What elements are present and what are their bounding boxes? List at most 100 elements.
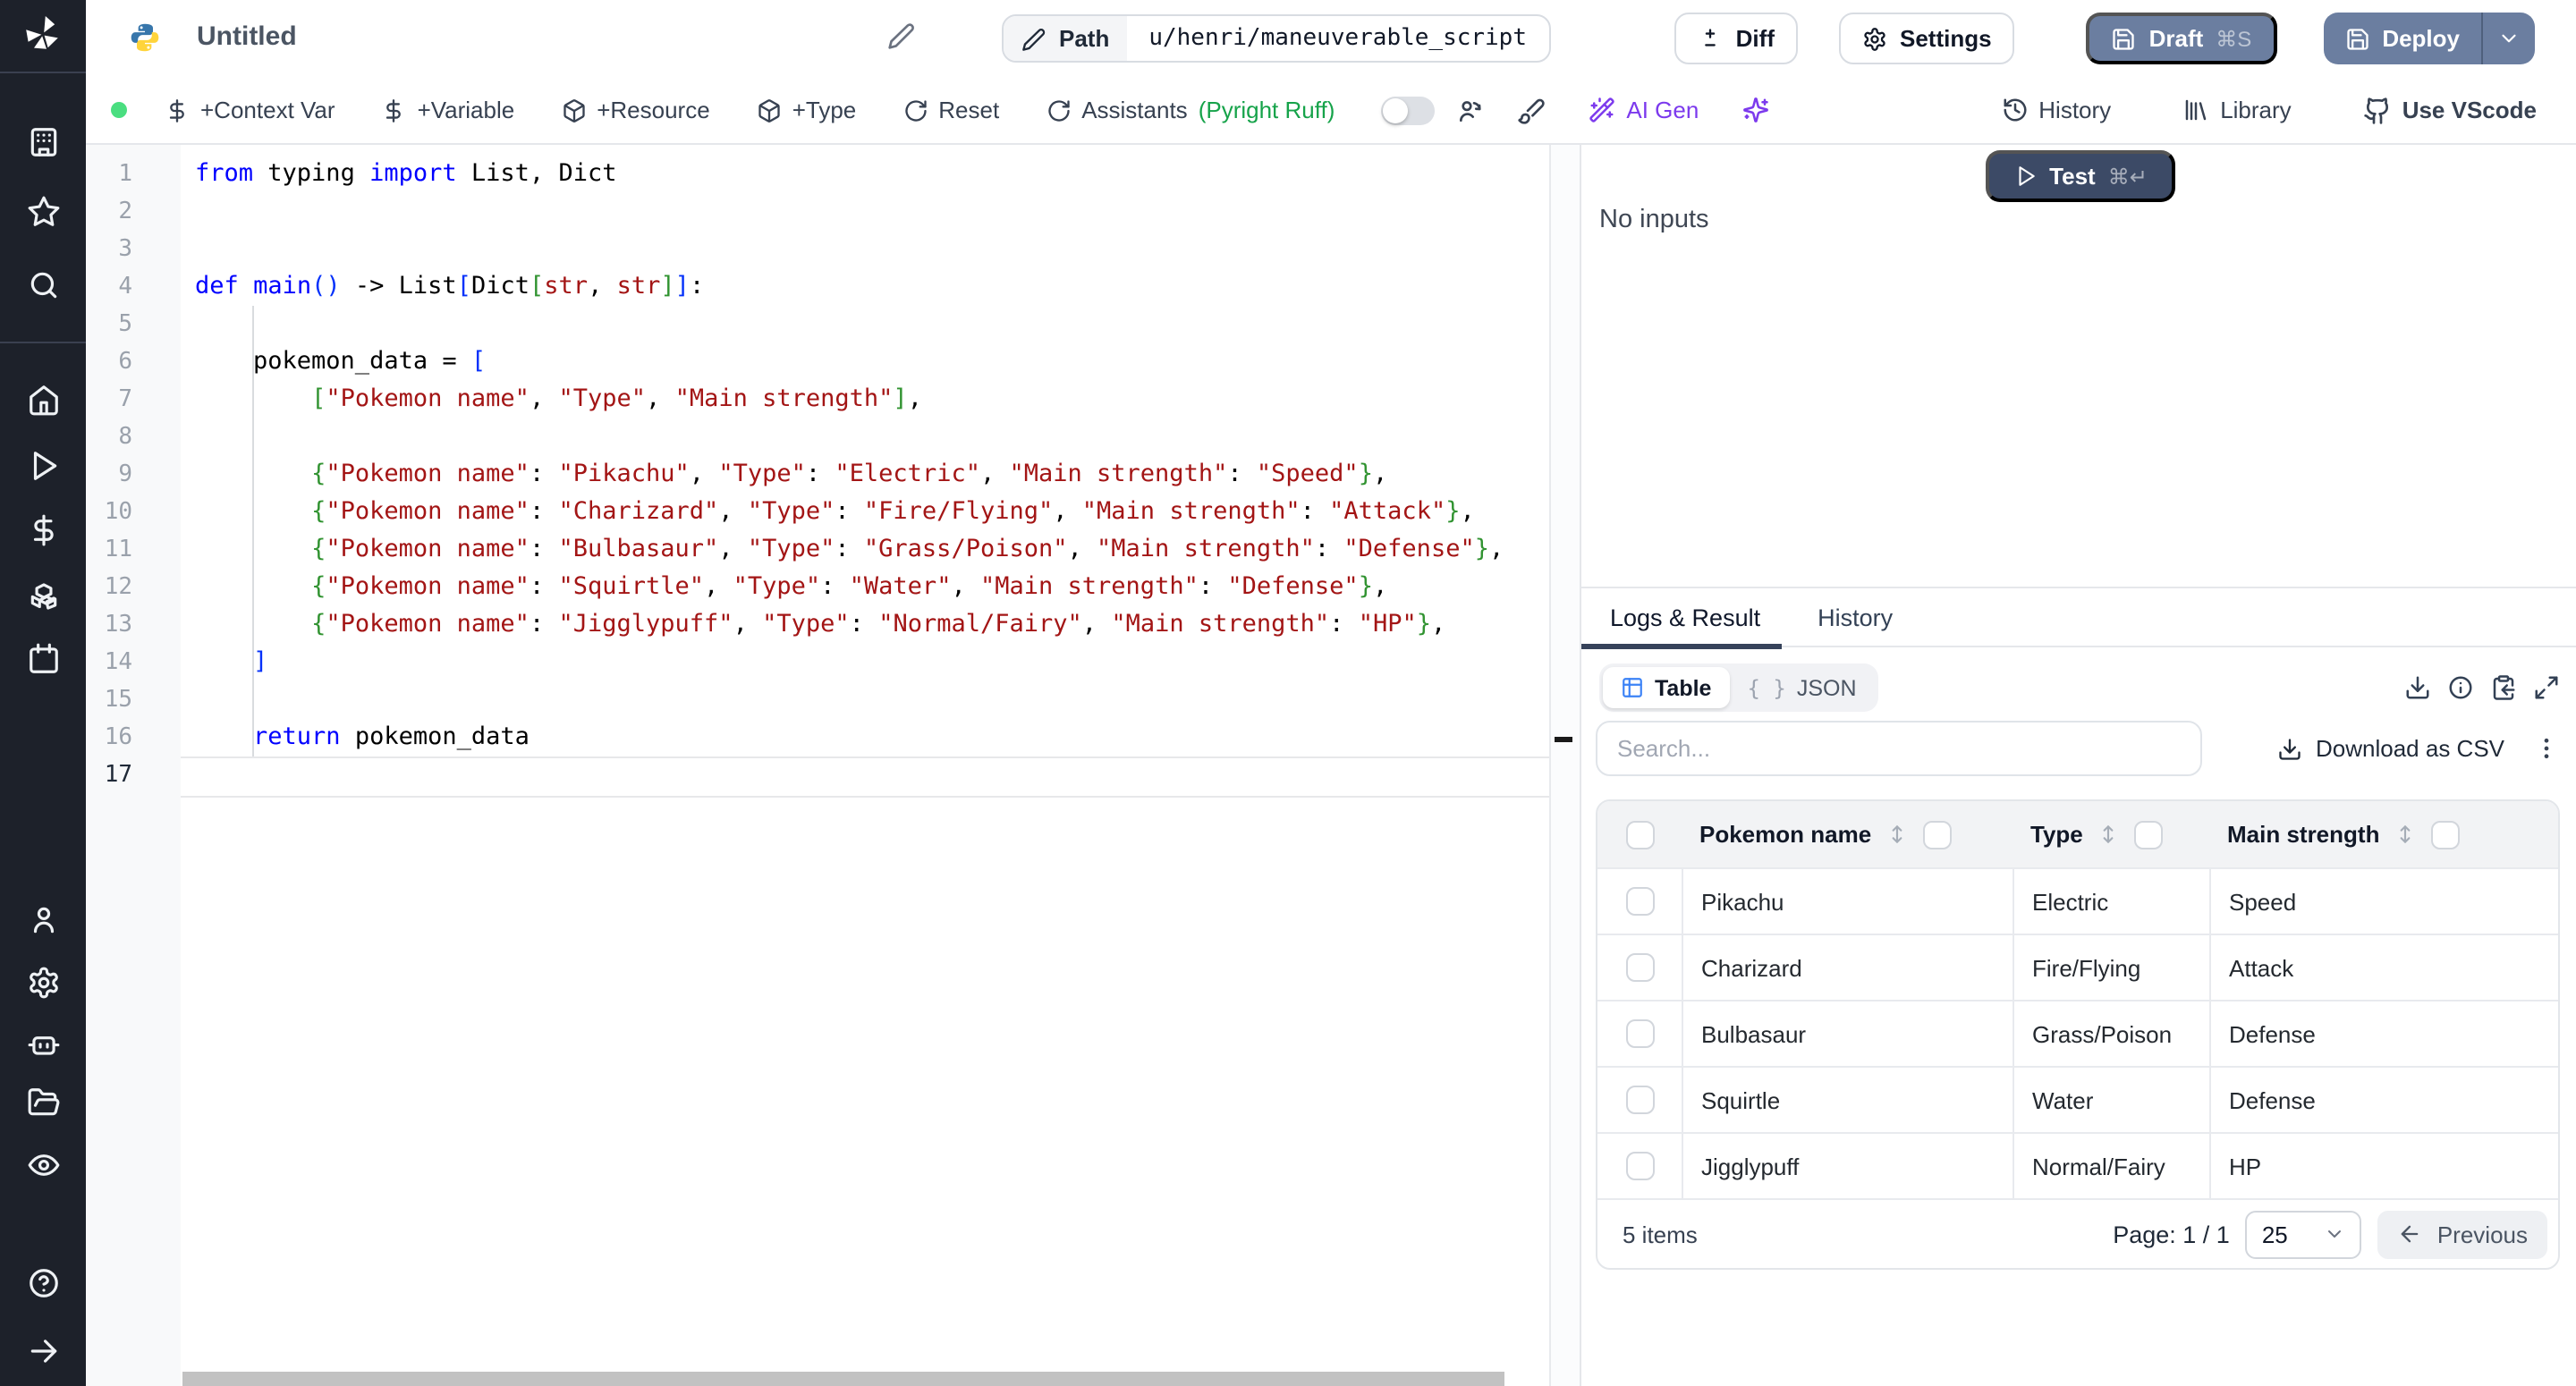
schedules-calendar-icon[interactable] <box>21 637 64 680</box>
audit-eye-icon[interactable] <box>21 1143 64 1186</box>
tab-history[interactable]: History <box>1789 588 1921 646</box>
code-line[interactable]: 1from typing import List, Dict <box>86 156 1549 193</box>
save-icon <box>2112 26 2137 51</box>
line-number: 3 <box>86 231 181 268</box>
sort-icon[interactable] <box>2394 823 2417 846</box>
add-resource-button[interactable]: +Resource <box>561 97 709 123</box>
select-all-checkbox[interactable] <box>1625 820 1654 849</box>
variables-dollar-icon[interactable] <box>21 508 64 551</box>
clipboard-copy-icon[interactable] <box>2490 674 2517 701</box>
row-checkbox[interactable] <box>1625 1152 1654 1180</box>
code-line[interactable]: 7 ["Pokemon name", "Type", "Main strengt… <box>86 381 1549 418</box>
code-line[interactable]: 8 <box>86 418 1549 456</box>
add-type-button[interactable]: +Type <box>757 97 857 123</box>
code-line[interactable]: 16 return pokemon_data <box>86 719 1549 756</box>
settings-gear-icon[interactable] <box>21 960 64 1003</box>
tab-logs-result[interactable]: Logs & Result <box>1581 588 1789 646</box>
code-line[interactable]: 11 {"Pokemon name": "Bulbasaur", "Type":… <box>86 531 1549 569</box>
code-line[interactable]: 13 {"Pokemon name": "Jigglypuff", "Type"… <box>86 606 1549 644</box>
help-icon[interactable] <box>21 1261 64 1304</box>
search-icon[interactable] <box>21 263 64 306</box>
account-user-icon[interactable] <box>21 898 64 941</box>
path-value[interactable]: u/henri/maneuverable_script <box>1127 16 1548 61</box>
favorites-star-icon[interactable] <box>21 190 64 232</box>
workers-robot-icon[interactable] <box>21 1021 64 1064</box>
sort-icon[interactable] <box>1885 823 1909 846</box>
library-button[interactable]: Library <box>2182 97 2292 123</box>
code-line[interactable]: 3 <box>86 231 1549 268</box>
draft-button[interactable]: Draft ⌘S <box>2087 13 2277 64</box>
workspace-icon[interactable] <box>21 120 64 163</box>
use-vscode-button[interactable]: Use VScode <box>2363 96 2537 124</box>
table-row[interactable]: CharizardFire/FlyingAttack <box>1597 934 2558 1000</box>
multiplayer-toggle[interactable] <box>1381 96 1435 124</box>
expand-icon[interactable] <box>2533 674 2560 701</box>
result-actions <box>2404 674 2560 701</box>
code-line[interactable]: 6 pokemon_data = [ <box>86 343 1549 381</box>
download-icon[interactable] <box>2404 674 2431 701</box>
table-row[interactable]: BulbasaurGrass/PoisonDefense <box>1597 1000 2558 1066</box>
more-options-kebab-icon[interactable] <box>2533 735 2560 762</box>
assistants-button[interactable]: Assistants (Pyright Ruff) <box>1046 97 1335 123</box>
table-row[interactable]: SquirtleWaterDefense <box>1597 1066 2558 1132</box>
test-button[interactable]: Test ⌘↵ <box>1986 150 2175 202</box>
table-row[interactable]: PikachuElectricSpeed <box>1597 867 2558 934</box>
line-number: 13 <box>86 606 181 644</box>
sparkles-icon[interactable] <box>1741 97 1768 123</box>
path-label-segment: Path <box>1004 16 1127 61</box>
download-csv-button[interactable]: Download as CSV <box>2276 735 2504 762</box>
braces-icon: { } <box>1747 675 1785 700</box>
settings-button[interactable]: Settings <box>1839 13 2015 64</box>
windmill-logo-icon[interactable] <box>21 13 64 55</box>
previous-page-button[interactable]: Previous <box>2378 1210 2547 1258</box>
view-table-option[interactable]: Table <box>1603 667 1729 708</box>
deploy-dropdown-button[interactable] <box>2483 13 2535 64</box>
info-icon[interactable] <box>2447 674 2474 701</box>
editor-horizontal-scrollbar[interactable] <box>182 1372 1504 1386</box>
view-json-option[interactable]: { } JSON <box>1729 667 1874 708</box>
page-size-select[interactable]: 25 <box>2246 1210 2362 1258</box>
code-line[interactable]: 2 <box>86 193 1549 231</box>
table-row[interactable]: JigglypuffNormal/FairyHP <box>1597 1132 2558 1198</box>
runs-play-icon[interactable] <box>21 444 64 486</box>
deploy-button[interactable]: Deploy <box>2323 13 2481 64</box>
format-brush-icon[interactable] <box>1517 96 1546 124</box>
test-shortcut: ⌘↵ <box>2108 164 2148 189</box>
add-variable-button[interactable]: +Variable <box>382 97 515 123</box>
column-filter-checkbox[interactable] <box>1923 820 1952 849</box>
code-line[interactable]: 10 {"Pokemon name": "Charizard", "Type":… <box>86 494 1549 531</box>
row-checkbox[interactable] <box>1625 1019 1654 1048</box>
row-checkbox[interactable] <box>1625 1086 1654 1114</box>
editor-overview-ruler[interactable] <box>1549 145 1580 1386</box>
diff-button[interactable]: Diff <box>1675 13 1798 64</box>
code-line[interactable]: 9 {"Pokemon name": "Pikachu", "Type": "E… <box>86 456 1549 494</box>
code-line[interactable]: 15 <box>86 681 1549 719</box>
code-editor[interactable]: 1from typing import List, Dict234def mai… <box>86 145 1580 1386</box>
line-number: 12 <box>86 569 181 606</box>
ai-gen-button[interactable]: AI Gen <box>1589 97 1699 123</box>
sort-icon[interactable] <box>2097 823 2121 846</box>
edit-summary-pencil-icon[interactable] <box>887 21 916 50</box>
history-button[interactable]: History <box>2001 97 2111 123</box>
code-line[interactable]: 12 {"Pokemon name": "Squirtle", "Type": … <box>86 569 1549 606</box>
row-checkbox[interactable] <box>1625 887 1654 916</box>
code-line[interactable]: 17 <box>86 756 1549 794</box>
reset-button[interactable]: Reset <box>902 97 999 123</box>
code-line[interactable]: 4def main() -> List[Dict[str, str]]: <box>86 268 1549 306</box>
path-field[interactable]: Path u/henri/maneuverable_script <box>1002 14 1550 63</box>
code-line[interactable]: 14 ] <box>86 644 1549 681</box>
search-input[interactable] <box>1596 721 2202 776</box>
collapse-arrow-right-icon[interactable] <box>21 1329 64 1372</box>
app-window: Untitled Path u/henri/maneuverable_scrip… <box>0 0 2576 1386</box>
code-lines[interactable]: 1from typing import List, Dict234def mai… <box>86 156 1549 794</box>
column-filter-checkbox[interactable] <box>2431 820 2460 849</box>
resources-boxes-icon[interactable] <box>21 572 64 615</box>
code-line[interactable]: 5 <box>86 306 1549 343</box>
home-icon[interactable] <box>21 377 64 420</box>
folders-icon[interactable] <box>21 1080 64 1123</box>
refresh-icon <box>902 97 928 123</box>
column-filter-checkbox[interactable] <box>2135 820 2164 849</box>
add-context-var-button[interactable]: +Context Var <box>165 97 335 123</box>
multiplayer-users-icon[interactable] <box>1456 96 1485 124</box>
row-checkbox[interactable] <box>1625 953 1654 982</box>
